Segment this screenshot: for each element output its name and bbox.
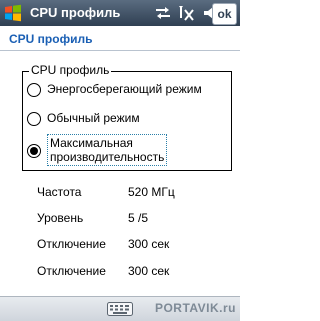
radio-label[interactable]: Энергосберегающий режим xyxy=(47,82,202,96)
radio-option-normal[interactable]: Обычный режим xyxy=(27,111,227,127)
window-title: CPU профиль xyxy=(30,5,121,20)
radio-label[interactable]: Максимальная производительность xyxy=(47,134,168,166)
header-divider xyxy=(0,50,240,51)
cpu-profile-group: CPU профиль Энергосберегающий режим Обыч… xyxy=(22,63,232,171)
radio-label-line2: производительность xyxy=(50,150,165,164)
page-title: CPU профиль xyxy=(9,32,93,46)
portavik-watermark: PORTAVIK.ru xyxy=(154,301,236,315)
radio-label-line1: Максимальная xyxy=(50,136,133,150)
windows-logo-icon[interactable] xyxy=(4,4,22,22)
ok-button[interactable]: ok xyxy=(212,3,237,25)
frequency-value: 520 МГц xyxy=(128,185,175,199)
radio-button[interactable] xyxy=(27,112,41,126)
shutdown-label: Отключение xyxy=(37,237,106,251)
level-label: Уровень xyxy=(37,211,84,225)
radio-option-power-saving[interactable]: Энергосберегающий режим xyxy=(27,82,227,98)
title-bar: CPU профиль ok xyxy=(0,0,240,26)
frequency-label: Частота xyxy=(37,185,82,199)
keyboard-icon[interactable] xyxy=(107,302,133,316)
group-legend: CPU профиль xyxy=(29,63,112,77)
no-signal-icon[interactable] xyxy=(179,4,195,27)
level-value: 5 /5 xyxy=(128,211,149,225)
shutdown-value: 300 сек xyxy=(128,237,170,251)
shutdown-label: Отключение xyxy=(37,264,106,278)
radio-option-max-performance[interactable]: Максимальная производительность xyxy=(27,134,227,168)
bottom-bar: PORTAVIK.ru xyxy=(0,296,240,321)
radio-button[interactable] xyxy=(27,83,41,97)
radio-button-selected[interactable] xyxy=(27,144,41,158)
radio-label[interactable]: Обычный режим xyxy=(47,111,140,125)
sync-arrows-icon[interactable] xyxy=(154,4,172,27)
shutdown-value: 300 сек xyxy=(128,264,170,278)
